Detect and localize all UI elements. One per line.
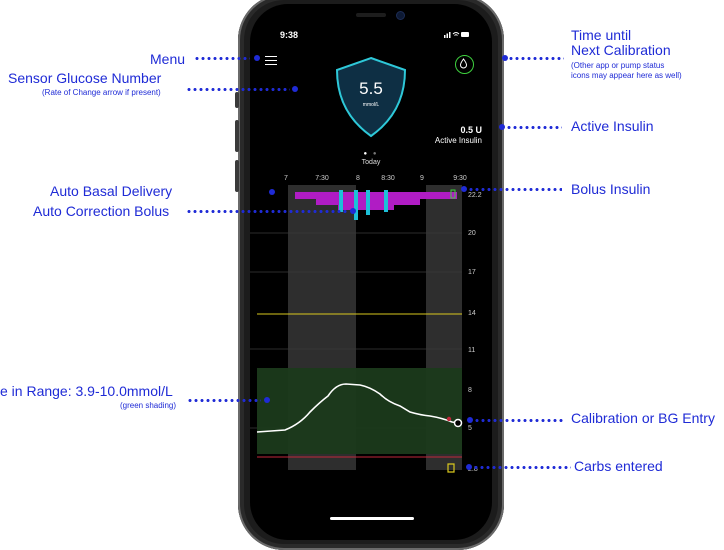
annotation-calibration-title2: Next Calibration xyxy=(571,42,671,58)
leader-line xyxy=(508,57,564,60)
pointer-dot xyxy=(292,86,298,92)
annotation-carbs: Carbs entered xyxy=(574,458,663,474)
auto-correction-bolus xyxy=(384,190,388,212)
phone-volume-up xyxy=(235,120,239,152)
home-indicator[interactable] xyxy=(330,517,414,520)
x-tick-label: 9:30 xyxy=(453,175,467,182)
pointer-dot xyxy=(350,208,356,214)
annotation-range: e in Range: 3.9-10.0mmol/L xyxy=(0,383,173,399)
y-tick-label: 17 xyxy=(468,269,476,276)
auto-correction-bolus xyxy=(354,190,358,220)
leader-line xyxy=(194,57,250,60)
y-tick-label: 20 xyxy=(468,230,476,237)
annotation-menu: Menu xyxy=(150,51,186,67)
leader-line xyxy=(468,188,562,191)
pointer-dot xyxy=(467,417,473,423)
pointer-dot xyxy=(461,186,467,192)
leader-line xyxy=(473,466,571,469)
leader-line xyxy=(186,88,290,91)
pointer-dot xyxy=(264,397,270,403)
pointer-dot xyxy=(499,124,505,130)
x-tick-label: 9 xyxy=(420,175,424,182)
y-tick-label: 5 xyxy=(468,425,472,432)
annotation-sensor-glucose: Sensor Glucose Number xyxy=(8,70,162,86)
calibration-marker xyxy=(453,418,463,428)
leader-line xyxy=(186,210,348,213)
x-tick-label: 7:30 xyxy=(315,175,329,182)
pointer-dot xyxy=(269,189,275,195)
y-tick-label: 8 xyxy=(468,387,472,394)
annotation-range-sub: (green shading) xyxy=(120,401,177,410)
annotation-auto-basal: Auto Basal Delivery xyxy=(50,183,173,199)
target-range-shading xyxy=(257,368,462,454)
pointer-dot xyxy=(254,55,260,61)
annotation-auto-correction: Auto Correction Bolus xyxy=(33,203,170,219)
annotation-sensor-glucose-sub: (Rate of Change arrow if present) xyxy=(42,88,161,97)
glucose-graph: 7 7:30 8 8:30 9 9:30 22.2 20 17 14 11 8 … xyxy=(250,175,482,473)
x-tick-label: 8 xyxy=(356,175,360,182)
y-tick-label: 14 xyxy=(468,310,476,317)
phone-screen: 9:38 5.5 mmol/L 0.5 U Active Insulin ● ●… xyxy=(250,4,492,540)
auto-basal-bar xyxy=(295,192,457,199)
annotation-calibration-sub1: (Other app or pump status xyxy=(571,61,665,70)
auto-correction-bolus xyxy=(339,190,343,212)
y-tick-label: 11 xyxy=(468,347,475,354)
pointer-dot xyxy=(466,464,472,470)
leader-line xyxy=(187,399,261,402)
y-tick-label: 22.2 xyxy=(468,192,482,199)
leader-line xyxy=(506,126,562,129)
auto-correction-bolus xyxy=(366,190,370,215)
annotation-calibration-bg: Calibration or BG Entry xyxy=(571,410,715,426)
phone-volume-down xyxy=(235,160,239,192)
leader-line xyxy=(474,419,564,422)
prior-sensor-point xyxy=(446,416,452,422)
phone-side-button xyxy=(235,92,239,108)
annotation-calibration-sub2: icons may appear here as well) xyxy=(571,71,682,80)
x-tick-label: 7 xyxy=(284,175,288,182)
x-tick-label: 8:30 xyxy=(381,175,395,182)
annotation-active-insulin: Active Insulin xyxy=(571,118,654,134)
annotation-calibration-title1: Time until xyxy=(571,27,632,43)
annotation-bolus-insulin: Bolus Insulin xyxy=(571,181,651,197)
